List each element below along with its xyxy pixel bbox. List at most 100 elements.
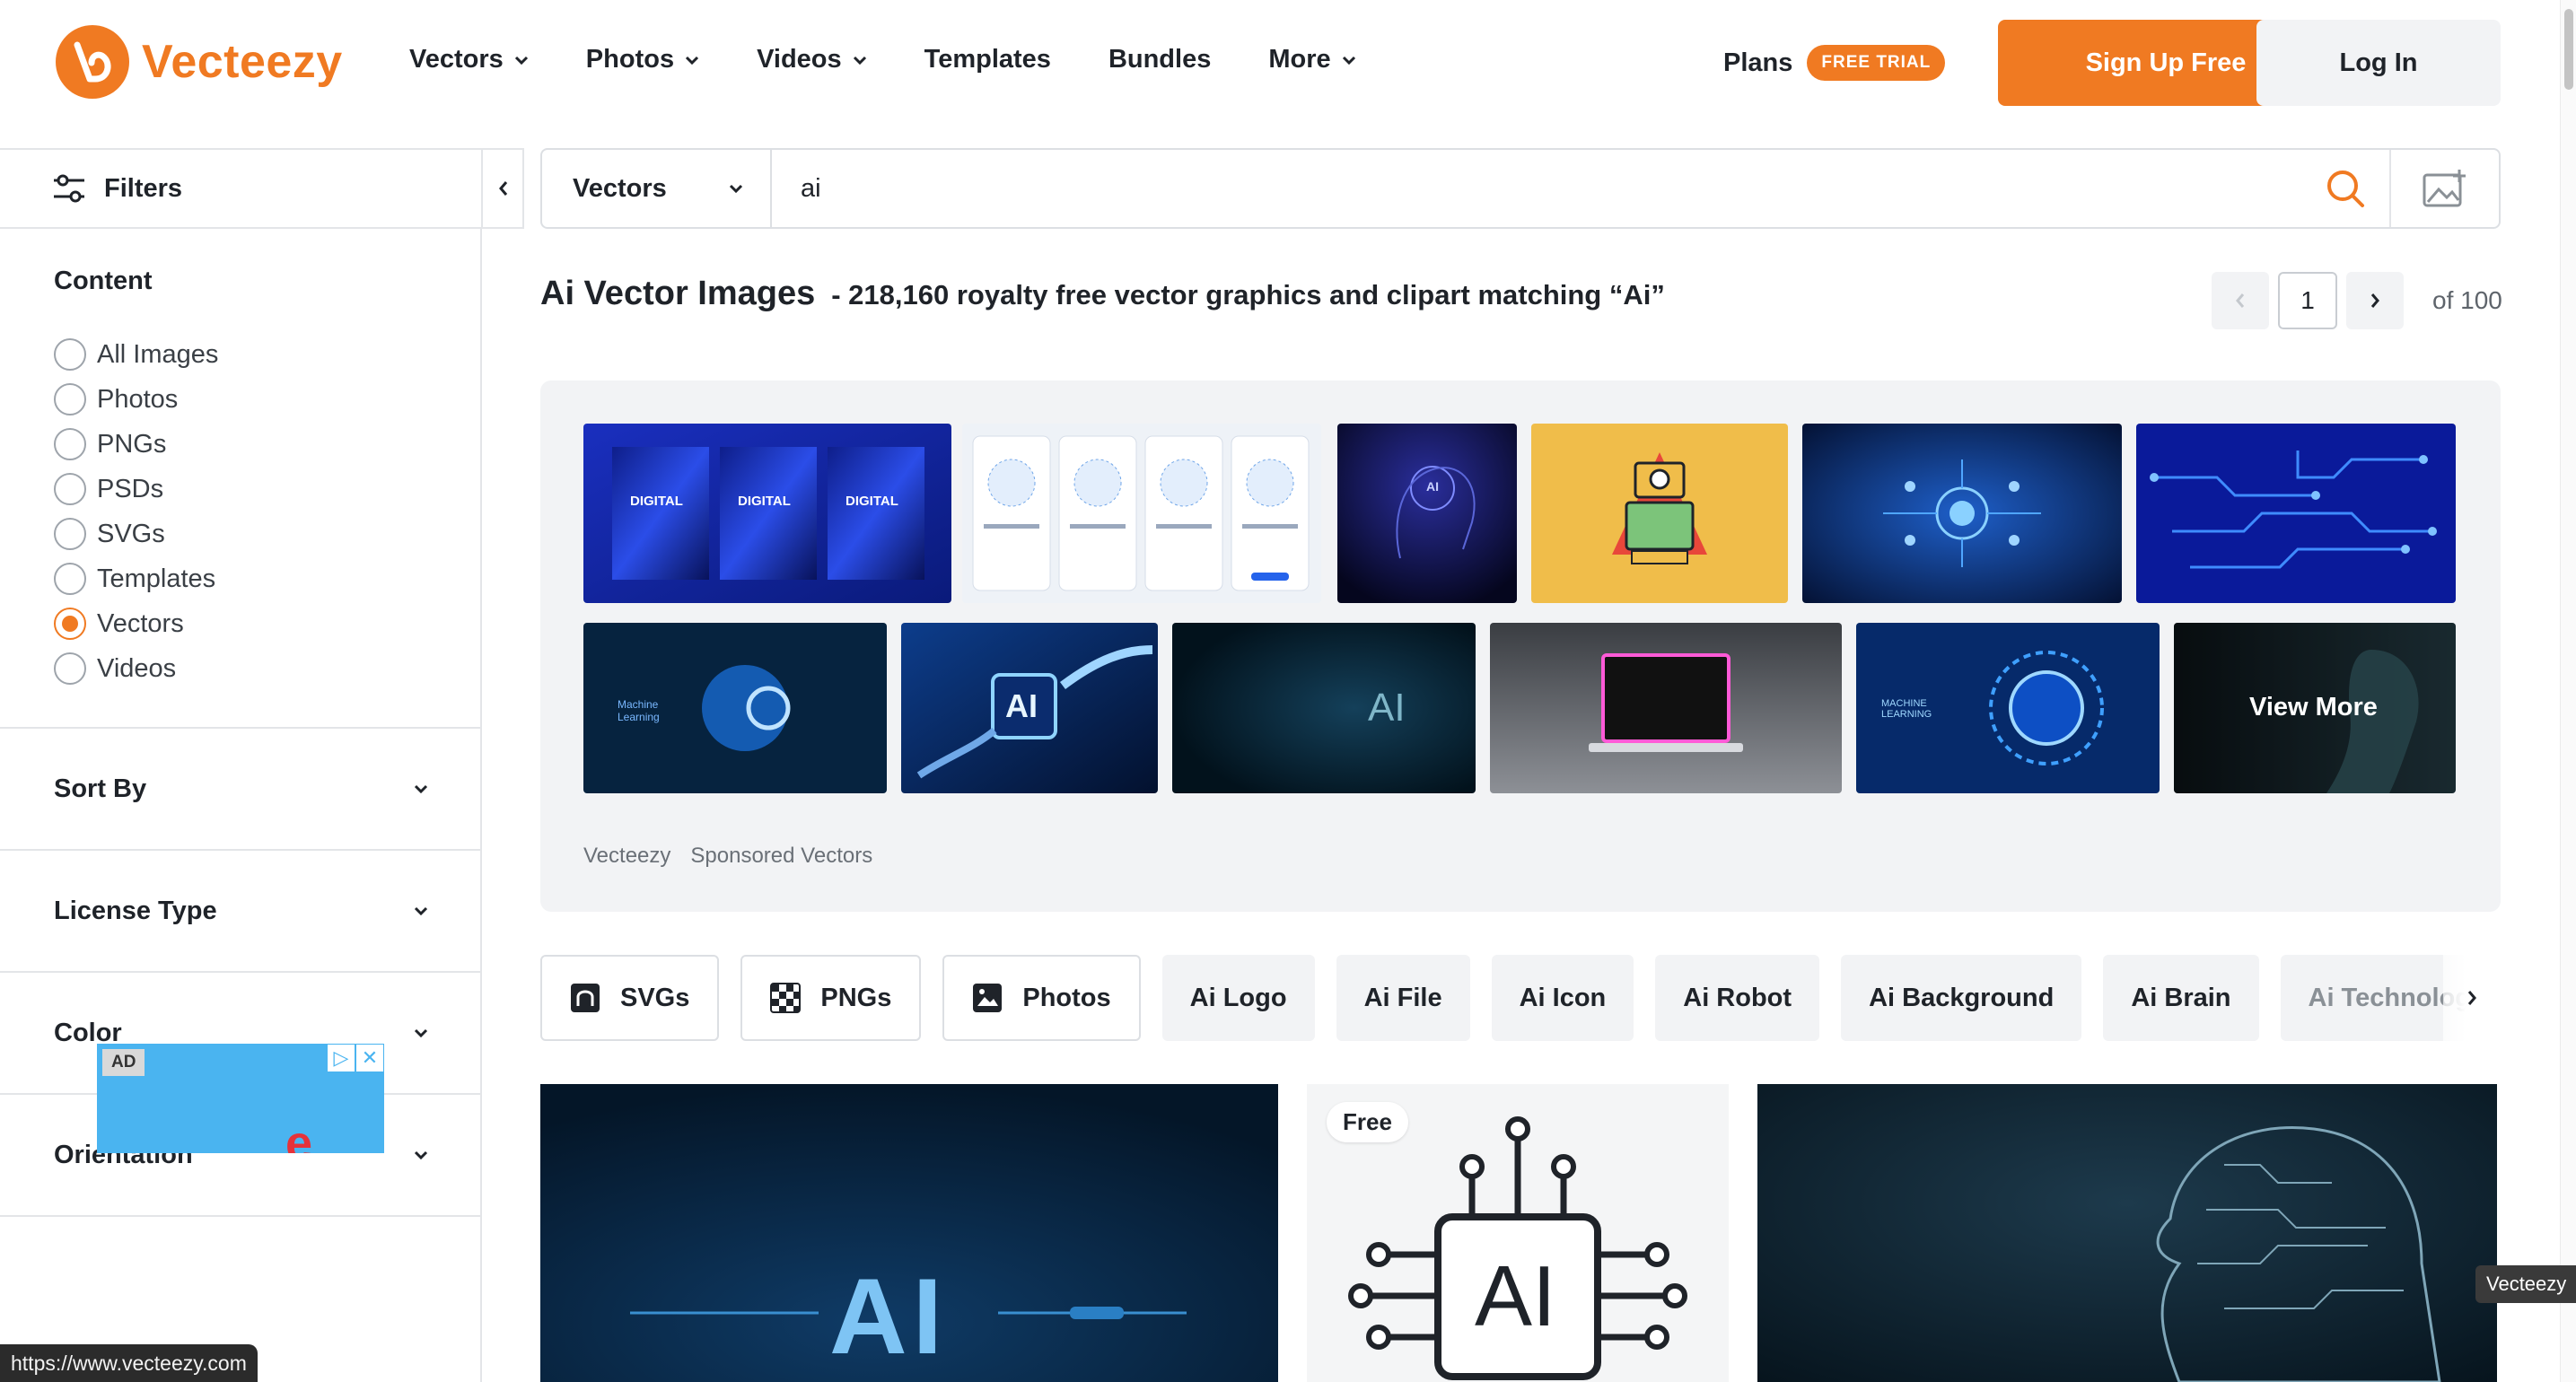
radio-button[interactable] [54, 518, 86, 550]
section-label: License Type [54, 896, 217, 925]
card-art-text: AI [829, 1256, 948, 1377]
chip-ai-file[interactable]: Ai File [1336, 955, 1470, 1041]
sponsored-thumb-app-screens[interactable] [962, 424, 1321, 603]
thumb-caption: AI [1005, 687, 1038, 724]
chip-ai-brain[interactable]: Ai Brain [2103, 955, 2259, 1041]
sponsored-thumb-digital-covers[interactable]: DIGITAL DIGITAL DIGITAL [583, 424, 951, 603]
sponsored-label: Sponsored Vectors [690, 844, 873, 868]
radio-pngs[interactable]: PNGs [54, 422, 218, 467]
nav-videos[interactable]: Videos [757, 45, 867, 74]
filters-toggle[interactable]: Filters [0, 148, 524, 229]
chips-next-button[interactable] [2443, 955, 2501, 1041]
sponsor-link[interactable]: Vecteezy [583, 844, 670, 869]
result-card[interactable]: AI [540, 1084, 1278, 1382]
radio-button[interactable] [54, 428, 86, 460]
chevron-down-icon [1342, 56, 1355, 65]
nav-templates[interactable]: Templates [924, 45, 1051, 74]
ad-label: AD [102, 1049, 145, 1076]
chip-pngs[interactable]: PNGs [740, 955, 922, 1041]
collapse-sidebar-button[interactable] [481, 148, 524, 229]
chip-ai-background[interactable]: Ai Background [1841, 955, 2082, 1041]
radio-button-selected[interactable] [54, 608, 86, 640]
search-type-select[interactable]: Vectors [542, 150, 772, 227]
page-scrollbar[interactable] [2560, 0, 2576, 1382]
radio-button[interactable] [54, 652, 86, 685]
sponsored-panel: DIGITAL DIGITAL DIGITAL AI Machine Learn… [540, 380, 2501, 912]
search-button[interactable] [2301, 150, 2391, 227]
radio-videos[interactable]: Videos [54, 646, 218, 691]
chevron-left-icon [2236, 293, 2245, 308]
chip-label: PNGs [820, 983, 892, 1012]
log-in-button[interactable]: Log In [2256, 20, 2501, 106]
sponsored-thumb-brain-gear[interactable]: Machine Learning [583, 623, 887, 793]
radio-vectors[interactable]: Vectors [54, 601, 218, 646]
thumb-caption: DIGITAL [846, 494, 898, 509]
page-number-input[interactable]: 1 [2278, 272, 2337, 329]
sidebar-divider [0, 1215, 482, 1217]
sponsored-thumb-circuit-board[interactable] [2136, 424, 2456, 603]
nav-bundles[interactable]: Bundles [1108, 45, 1211, 74]
content-radio-group: All Images Photos PNGs PSDs SVGs Templat… [54, 332, 218, 691]
close-icon[interactable]: ✕ [355, 1044, 384, 1072]
radio-button[interactable] [54, 338, 86, 371]
view-more-tile[interactable]: View More [2174, 623, 2456, 793]
sliders-icon [54, 174, 84, 203]
license-type-section[interactable]: License Type [0, 849, 482, 971]
chip-ai-robot[interactable]: Ai Robot [1655, 955, 1820, 1041]
chip-ai-technology[interactable]: Ai Technolog [2280, 955, 2469, 1041]
results-count: - 218,160 royalty free vector graphics a… [831, 279, 1665, 311]
chip-svgs[interactable]: SVGs [540, 955, 720, 1041]
radio-button[interactable] [54, 383, 86, 415]
radio-label: All Images [97, 339, 219, 369]
sponsored-thumb-circuit-center[interactable] [1802, 424, 2122, 603]
chip-photos[interactable]: Photos [942, 955, 1141, 1041]
radio-templates[interactable]: Templates [54, 556, 218, 601]
image-search-button[interactable] [2391, 150, 2499, 227]
result-card-free[interactable]: AI Free [1307, 1084, 1729, 1382]
search-input[interactable] [772, 150, 2301, 227]
radio-all-images[interactable]: All Images [54, 332, 218, 377]
logo-text: Vecteezy [142, 36, 343, 88]
scrollbar-thumb[interactable] [2564, 9, 2573, 90]
radio-label: PSDs [97, 474, 164, 503]
radio-button[interactable] [54, 473, 86, 505]
vecteezy-tooltip: Vecteezy [2475, 1265, 2576, 1303]
pagination: 1 of 100 [2212, 272, 2502, 329]
radio-label: Templates [97, 564, 216, 593]
nav-photos[interactable]: Photos [586, 45, 699, 74]
sponsored-thumb-laptop-neon[interactable] [1490, 623, 1842, 793]
plans-link[interactable]: Plans FREE TRIAL [1723, 45, 1946, 81]
sidebar-ad[interactable]: AD ▷ ✕ e [97, 1044, 384, 1153]
nav-more[interactable]: More [1268, 45, 1355, 74]
radio-button[interactable] [54, 563, 86, 595]
chip-ai-logo[interactable]: Ai Logo [1161, 955, 1315, 1041]
sponsored-thumb-ai-chip-hand[interactable]: AI [901, 623, 1158, 793]
sponsored-thumb-ml-circle[interactable]: MACHINE LEARNING [1856, 623, 2160, 793]
radio-photos[interactable]: Photos [54, 377, 218, 422]
radio-label: Vectors [97, 608, 184, 638]
prev-page-button[interactable] [2212, 272, 2269, 329]
chevron-down-icon [686, 56, 699, 65]
next-page-button[interactable] [2346, 272, 2404, 329]
sponsored-thumb-ai-glow[interactable]: AI [1172, 623, 1476, 793]
radio-psds[interactable]: PSDs [54, 467, 218, 512]
sponsored-thumb-ai-head[interactable]: AI [1337, 424, 1517, 603]
thumb-caption: Machine Learning [618, 698, 660, 723]
thumb-caption: MACHINE LEARNING [1881, 698, 1932, 720]
filters-label: Filters [104, 173, 183, 203]
page-title: Ai Vector Images [540, 275, 816, 312]
result-card[interactable] [1757, 1084, 2497, 1382]
png-checker-icon [770, 983, 802, 1013]
chip-ai-icon[interactable]: Ai Icon [1491, 955, 1634, 1041]
search-icon [2327, 171, 2364, 207]
nav-vectors[interactable]: Vectors [409, 45, 529, 74]
plans-label: Plans [1723, 48, 1793, 77]
sort-by-section[interactable]: Sort By [0, 727, 482, 849]
radio-svgs[interactable]: SVGs [54, 512, 218, 556]
vecteezy-logo[interactable]: Vecteezy [56, 25, 343, 99]
chip-label: SVGs [620, 983, 690, 1012]
logo-mark-icon [56, 25, 129, 99]
sponsored-thumb-robot[interactable] [1531, 424, 1788, 603]
ad-info-icon[interactable]: ▷ [327, 1044, 355, 1072]
chevron-down-icon [414, 784, 428, 793]
